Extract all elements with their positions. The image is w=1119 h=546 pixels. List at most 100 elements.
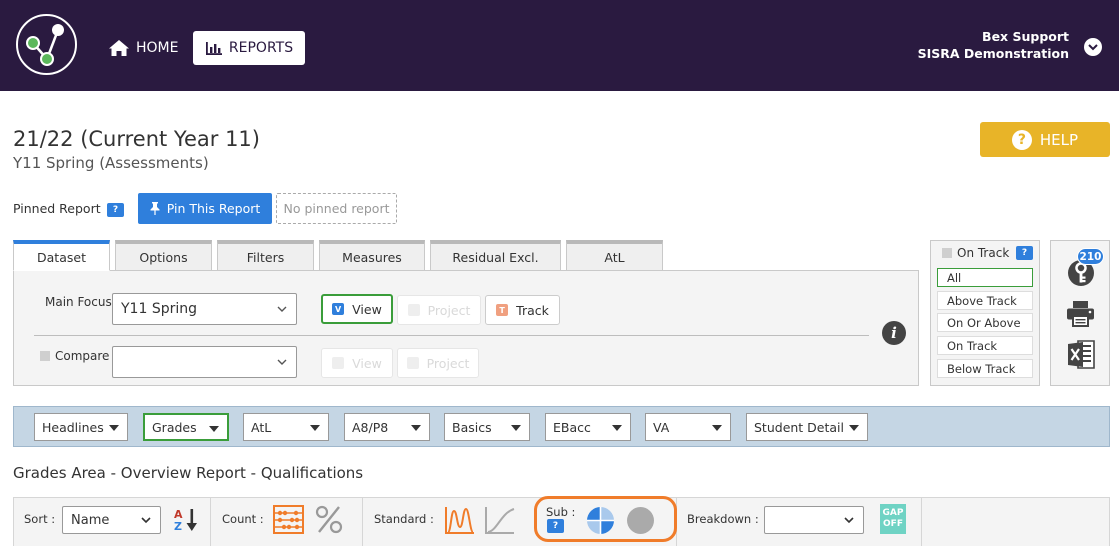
report-menu-atl[interactable]: AtL — [243, 413, 329, 441]
nav-reports-label: REPORTS — [228, 40, 294, 56]
on-track-option-on-or-above[interactable]: On Or Above — [937, 313, 1033, 332]
chevron-down-icon — [844, 517, 854, 524]
tab-label: Measures — [342, 249, 402, 265]
project-mode-button[interactable]: Project — [397, 295, 481, 325]
compare-project-button[interactable]: Project — [397, 348, 479, 378]
nav-reports-link[interactable]: REPORTS — [193, 31, 305, 65]
chevron-down-icon — [277, 306, 287, 312]
triangle-down-icon — [511, 425, 521, 431]
bar-chart-icon — [205, 41, 222, 55]
percent-icon[interactable] — [315, 505, 343, 534]
tab-residual-excl[interactable]: Residual Excl. — [430, 240, 561, 271]
on-track-title: On Track — [957, 246, 1010, 260]
compare-label: Compare — [55, 349, 110, 363]
breakdown-label: Breakdown : — [687, 512, 759, 526]
compare-select[interactable] — [112, 346, 297, 378]
on-track-option-all[interactable]: All — [937, 268, 1033, 287]
excel-export-icon[interactable] — [1067, 340, 1095, 369]
sub-help-badge[interactable]: ? — [547, 519, 564, 533]
tab-dataset[interactable]: Dataset — [13, 240, 110, 271]
distribution-chart-icon[interactable] — [445, 505, 475, 534]
home-icon — [109, 40, 129, 56]
track-mode-button[interactable]: T Track — [485, 295, 560, 325]
pin-this-report-button[interactable]: Pin This Report — [138, 193, 272, 224]
tab-label: Filters — [246, 249, 285, 265]
main-focus-label: Main Focus — [45, 295, 112, 309]
triangle-down-icon — [310, 425, 320, 431]
report-menu-label: Student Detail — [754, 419, 845, 435]
circle-subgroup-icon[interactable] — [626, 506, 655, 535]
triangle-down-icon — [411, 425, 421, 431]
pinned-help-badge[interactable]: ? — [107, 203, 124, 217]
triangle-down-icon — [712, 425, 722, 431]
compare-view-label: View — [352, 355, 382, 371]
pie-subgroup-icon[interactable] — [586, 506, 615, 535]
tab-options[interactable]: Options — [115, 240, 212, 271]
abacus-count-icon[interactable] — [273, 505, 304, 534]
triangle-down-icon — [209, 426, 219, 432]
thumbtack-icon — [150, 202, 160, 215]
nav-home-label: HOME — [136, 40, 179, 56]
cumulative-chart-icon[interactable] — [485, 505, 515, 534]
count-label: Count : — [222, 512, 264, 526]
no-pinned-report-placeholder: No pinned report — [276, 193, 397, 224]
sisra-logo-icon[interactable] — [16, 14, 77, 75]
breakdown-select[interactable] — [764, 506, 864, 534]
nav-home-link[interactable]: HOME — [108, 37, 178, 59]
question-circle-icon: ? — [1011, 129, 1032, 150]
sort-select[interactable]: Name — [62, 506, 161, 534]
user-name: Bex Support — [982, 29, 1069, 44]
main-focus-select[interactable]: Y11 Spring — [112, 293, 297, 325]
info-icon[interactable]: i — [882, 321, 906, 345]
on-track-help-badge[interactable]: ? — [1016, 246, 1033, 260]
gap-toggle-line1: GAP — [882, 508, 904, 518]
compare-view-button[interactable]: View — [321, 348, 393, 378]
report-menu-label: VA — [653, 419, 670, 435]
pinned-report-label: Pinned Report — [13, 201, 101, 216]
on-track-option-on-track[interactable]: On Track — [937, 336, 1033, 355]
view-badge: V — [332, 303, 345, 315]
report-menu-ebacc[interactable]: EBacc — [545, 413, 631, 441]
toolbar-separator — [362, 497, 363, 546]
tab-measures[interactable]: Measures — [319, 240, 425, 271]
user-menu-chevron-icon[interactable] — [1084, 38, 1102, 56]
tab-label: Residual Excl. — [452, 249, 539, 265]
report-menu-va[interactable]: VA — [645, 413, 731, 441]
report-menu-a8p8[interactable]: A8/P8 — [344, 413, 430, 441]
report-menu-label: AtL — [251, 419, 272, 435]
help-button[interactable]: ? HELP — [980, 122, 1110, 157]
page-title: 21/22 (Current Year 11) — [13, 127, 260, 151]
view-label: View — [352, 301, 382, 317]
sort-label: Sort : — [24, 512, 56, 526]
triangle-down-icon — [109, 425, 119, 431]
sort-value: Name — [71, 512, 110, 528]
report-menu-headlines[interactable]: Headlines — [34, 413, 128, 441]
on-track-option-below-track[interactable]: Below Track — [937, 359, 1033, 378]
tab-label: Options — [139, 249, 188, 265]
main-focus-value: Y11 Spring — [121, 301, 197, 317]
sort-az-icon[interactable]: A Z — [173, 507, 200, 533]
page-subtitle: Y11 Spring (Assessments) — [13, 154, 209, 172]
report-menu-label: EBacc — [553, 419, 591, 435]
tab-filters[interactable]: Filters — [217, 240, 314, 271]
view-mode-button[interactable]: V View — [321, 294, 393, 324]
report-menu-basics[interactable]: Basics — [444, 413, 530, 441]
compare-checkbox[interactable] — [40, 351, 50, 361]
chevron-down-icon — [141, 517, 151, 524]
gap-off-toggle[interactable]: GAP OFF — [880, 504, 906, 534]
report-menu-grades[interactable]: Grades — [143, 413, 229, 441]
triangle-down-icon — [849, 425, 859, 431]
toolbar-separator — [921, 497, 922, 546]
dataset-divider — [34, 335, 869, 336]
printer-icon[interactable] — [1066, 300, 1095, 327]
report-menu-student-detail[interactable]: Student Detail — [746, 413, 868, 441]
pin-button-label: Pin This Report — [166, 201, 261, 216]
tab-atl[interactable]: AtL — [566, 240, 663, 271]
report-menu-label: A8/P8 — [352, 419, 389, 435]
on-track-checkbox[interactable] — [942, 248, 952, 258]
on-track-option-above-track[interactable]: Above Track — [937, 291, 1033, 310]
report-menu-label: Headlines — [42, 419, 104, 435]
svg-text:Z: Z — [174, 520, 182, 533]
section-title: Grades Area - Overview Report - Qualific… — [13, 464, 364, 482]
tab-label: AtL — [604, 249, 625, 265]
